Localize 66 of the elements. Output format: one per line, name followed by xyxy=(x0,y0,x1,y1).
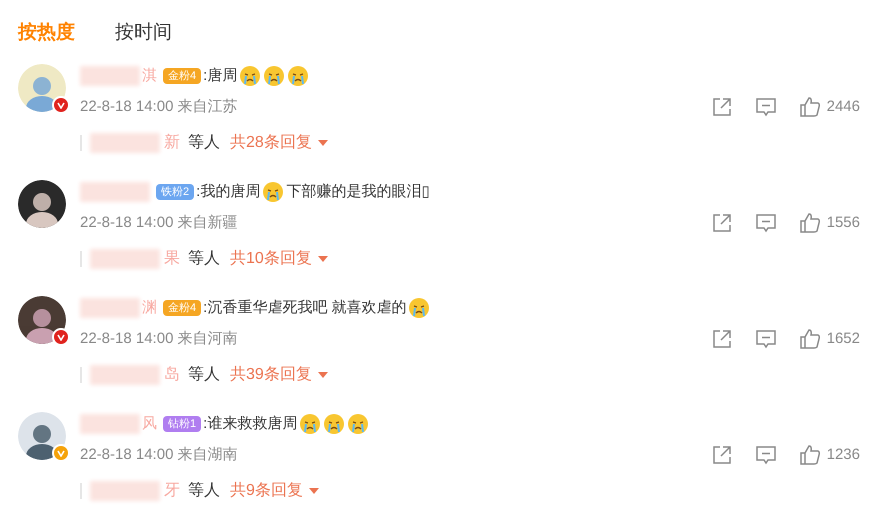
crying-face-icon xyxy=(408,297,430,319)
replies-link[interactable]: 共10条回复 xyxy=(230,246,328,270)
comment-icon[interactable] xyxy=(754,328,777,350)
redaction xyxy=(80,182,150,202)
username[interactable]: 淇 xyxy=(142,64,157,88)
crying-face-icon xyxy=(287,65,310,87)
comment-meta: 22-8-18 14:00 来自新疆 xyxy=(80,213,238,233)
fan-badge: 金粉4 xyxy=(163,300,202,316)
replies-link[interactable]: 共9条回复 xyxy=(230,478,319,502)
reply-username[interactable]: 新 xyxy=(164,130,180,154)
redaction xyxy=(80,414,140,434)
comment-icon[interactable] xyxy=(754,444,777,466)
comment-text: :我的唐周 xyxy=(196,182,260,202)
username[interactable]: 渊 xyxy=(142,296,157,320)
sort-tab[interactable]: 按热度 xyxy=(18,16,75,50)
redaction xyxy=(90,132,160,152)
like-icon[interactable] xyxy=(798,212,821,234)
like-icon[interactable] xyxy=(798,96,821,118)
crying-face-icon xyxy=(239,65,262,87)
reply-username[interactable]: 果 xyxy=(164,246,180,270)
fan-badge: 金粉4 xyxy=(163,68,202,84)
comment-meta: 22-8-18 14:00 来自湖南 xyxy=(80,445,238,465)
reply-username[interactable]: 牙 xyxy=(164,478,180,502)
comment-text: 下部赚的是我的眼泪▯ xyxy=(286,182,430,202)
caret-icon xyxy=(318,372,328,378)
redaction xyxy=(90,364,160,384)
reply-suffix: 等人 xyxy=(188,248,220,268)
fan-badge: 钻粉1 xyxy=(163,416,202,432)
replies-link[interactable]: 共39条回复 xyxy=(230,362,328,386)
reply-suffix: 等人 xyxy=(188,480,220,500)
crying-face-icon xyxy=(347,413,370,435)
reply-suffix: 等人 xyxy=(188,132,220,152)
reply-username[interactable]: 岛 xyxy=(164,362,180,386)
like-icon[interactable] xyxy=(798,444,821,466)
comment-text: :沉香重华虐死我吧 就喜欢虐的 xyxy=(203,298,406,318)
username[interactable]: 风 xyxy=(142,412,157,436)
share-icon[interactable] xyxy=(710,444,733,466)
sort-tab[interactable]: 按时间 xyxy=(115,16,172,50)
caret-icon xyxy=(318,140,328,146)
caret-icon xyxy=(308,488,319,494)
fan-badge: 铁粉2 xyxy=(156,184,194,200)
share-icon[interactable] xyxy=(710,212,733,234)
comment-icon[interactable] xyxy=(754,212,777,234)
reply-suffix: 等人 xyxy=(188,364,220,384)
like-count: 1652 xyxy=(826,329,860,349)
redaction xyxy=(90,480,160,500)
like-count: 1556 xyxy=(826,213,860,233)
redaction xyxy=(80,298,140,318)
redaction xyxy=(90,248,160,268)
crying-face-icon xyxy=(263,65,286,87)
comment-meta: 22-8-18 14:00 来自河南 xyxy=(80,329,238,349)
crying-face-icon xyxy=(323,413,346,435)
caret-icon xyxy=(318,256,328,262)
crying-face-icon xyxy=(299,413,322,435)
like-count: 1236 xyxy=(826,445,860,465)
like-count: 2446 xyxy=(826,97,860,117)
like-icon[interactable] xyxy=(798,328,821,350)
redaction xyxy=(80,66,140,86)
comment-text: :唐周 xyxy=(203,66,238,86)
share-icon[interactable] xyxy=(710,328,733,350)
comment-meta: 22-8-18 14:00 来自江苏 xyxy=(80,97,238,117)
replies-link[interactable]: 共28条回复 xyxy=(230,130,328,154)
share-icon[interactable] xyxy=(710,96,733,118)
crying-face-icon xyxy=(262,181,284,203)
comment-text: :谁来救救唐周 xyxy=(203,414,298,434)
comment-icon[interactable] xyxy=(754,96,777,118)
